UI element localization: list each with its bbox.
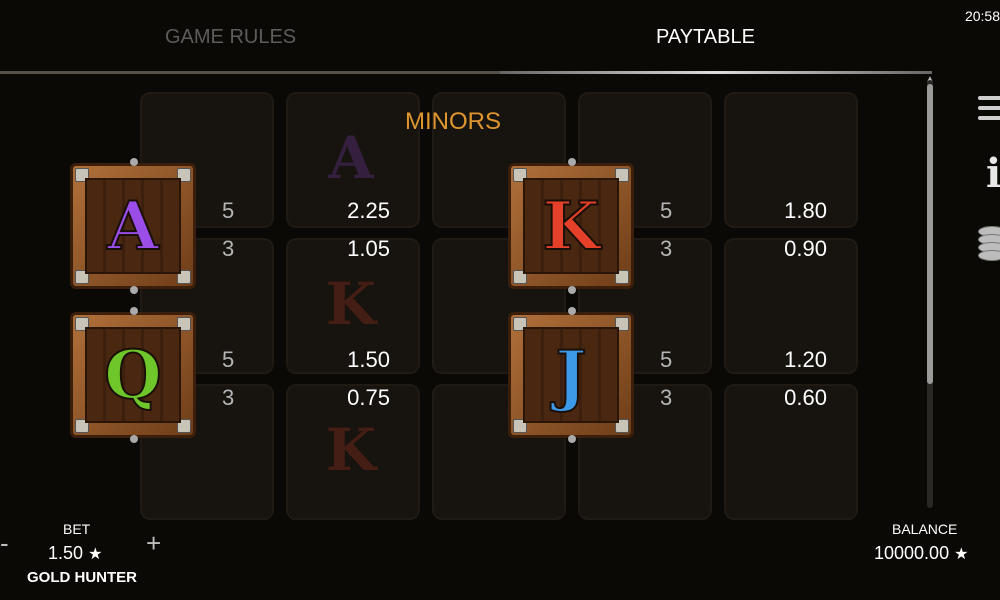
tab-paytable[interactable]: PAYTABLE	[656, 26, 755, 49]
pay-count: 3	[660, 236, 673, 261]
bet-increase-button[interactable]: +	[146, 528, 161, 559]
symbol-j: J	[554, 336, 587, 414]
menu-icon[interactable]	[978, 96, 1000, 122]
star-icon: ★	[954, 546, 969, 563]
symbol-k-crate: K	[508, 158, 634, 294]
symbol-k: K	[541, 187, 600, 265]
clock: 20:58	[964, 8, 1000, 24]
pay-count: 3	[222, 236, 235, 261]
pay-count: 5	[222, 347, 235, 372]
pay-count: 5	[660, 347, 673, 372]
balance-value: 10000.00	[874, 543, 950, 563]
background-reels: A K K	[140, 92, 860, 520]
symbol-a-crate: A	[70, 158, 196, 294]
pay-value: 0.60	[784, 385, 827, 410]
pay-value: 1.05	[347, 236, 390, 261]
game-name: GOLD HUNTER	[27, 569, 137, 586]
star-icon: ★	[88, 546, 103, 563]
balance-label: BALANCE	[892, 521, 958, 537]
pay-value: 0.90	[784, 236, 827, 261]
pay-value: 1.80	[784, 198, 827, 223]
pay-count: 3	[660, 385, 673, 410]
bet-value: 1.50	[48, 543, 84, 563]
scrollbar-thumb[interactable]	[927, 84, 933, 384]
symbol-j-crate: J	[508, 307, 634, 443]
tab-active-indicator	[500, 71, 932, 74]
coins-icon[interactable]	[978, 222, 1000, 270]
pay-value: 0.75	[347, 385, 390, 410]
tab-game-rules[interactable]: GAME RULES	[165, 26, 296, 49]
bet-value-row: 1.50 ★	[48, 543, 102, 564]
symbol-a: A	[106, 187, 159, 265]
pay-value: 1.50	[347, 347, 390, 372]
bet-decrease-button[interactable]: -	[0, 528, 9, 559]
pay-value: 1.20	[784, 347, 827, 372]
section-title: MINORS	[405, 108, 501, 135]
bet-label: BET	[63, 521, 91, 537]
symbol-q: Q	[103, 336, 162, 414]
pay-count: 5	[222, 198, 235, 223]
symbol-q-crate: Q	[70, 307, 196, 443]
pay-count: 3	[222, 385, 235, 410]
pay-value: 2.25	[347, 198, 390, 223]
balance-value-row: 10000.00 ★	[874, 543, 968, 564]
pay-count: 5	[660, 198, 673, 223]
info-icon[interactable]: i	[986, 154, 1000, 194]
